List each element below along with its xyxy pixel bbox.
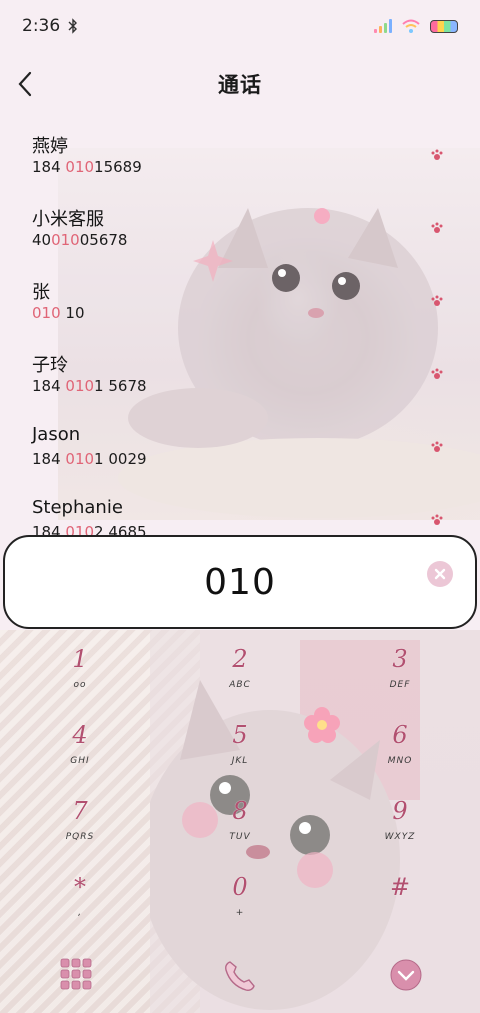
- contact-number: 184 0101 0029: [32, 450, 147, 468]
- key-digit: 2: [232, 645, 248, 673]
- key-letters: TUV: [229, 832, 251, 842]
- key-0[interactable]: 0 +: [160, 858, 320, 934]
- paw-icon: [431, 514, 443, 525]
- contact-name: Stephanie: [32, 497, 123, 518]
- key-3[interactable]: 3 DEF: [320, 630, 480, 706]
- paw-icon: [431, 441, 443, 452]
- key-4[interactable]: 4 GHI: [0, 706, 160, 782]
- status-right: [374, 19, 458, 33]
- contact-number: 4001005678: [32, 231, 128, 249]
- keypad-area: 1 ᴏᴏ 2 ABC 3 DEF 4 GHI 5 JKL 6 MNO 7 PQRS 8 TUV …: [0, 630, 480, 1013]
- key-letters: ,: [78, 908, 82, 918]
- key-7[interactable]: 7 PQRS: [0, 782, 160, 858]
- key-2[interactable]: 2 ABC: [160, 630, 320, 706]
- key-hash[interactable]: #: [320, 858, 480, 934]
- key-digit: 8: [232, 797, 248, 825]
- contact-name: 小米客服: [32, 209, 104, 230]
- status-bar: 2:36: [0, 0, 480, 52]
- status-time: 2:36: [22, 16, 61, 36]
- key-digit: *: [74, 873, 86, 901]
- contact-item[interactable]: 张 010 10: [0, 264, 480, 337]
- dial-input[interactable]: 010: [3, 535, 477, 629]
- key-digit: 6: [392, 721, 408, 749]
- key-letters: PQRS: [65, 832, 95, 842]
- paw-icon: [431, 222, 443, 233]
- wifi-icon: [402, 19, 420, 33]
- contact-item[interactable]: Jason 184 0101 0029: [0, 410, 480, 483]
- contact-name: 子玲: [32, 355, 68, 376]
- key-letters: MNO: [387, 756, 413, 766]
- battery-icon: [430, 19, 458, 33]
- key-9[interactable]: 9 WXYZ: [320, 782, 480, 858]
- contact-name: 张: [32, 282, 50, 303]
- contact-number: 184 0101 5678: [32, 377, 147, 395]
- clear-icon[interactable]: [427, 561, 453, 587]
- key-digit: 9: [392, 797, 408, 825]
- contact-name: Jason: [32, 424, 81, 445]
- header: 通话: [0, 52, 480, 116]
- keypad: 1 ᴏᴏ 2 ABC 3 DEF 4 GHI 5 JKL 6 MNO 7 PQRS 8 TUV …: [0, 630, 480, 950]
- key-letters: +: [235, 908, 245, 918]
- paw-icon: [431, 368, 443, 379]
- contact-number: 184 01015689: [32, 158, 142, 176]
- contact-item[interactable]: Stephanie 184 0102 4685: [0, 483, 480, 536]
- key-letters: DEF: [389, 680, 411, 690]
- dialpad-grid-icon[interactable]: [60, 958, 92, 990]
- key-digit: 4: [72, 721, 88, 749]
- key-digit: 3: [392, 645, 408, 673]
- collapse-icon[interactable]: [389, 958, 423, 992]
- contact-item[interactable]: 子玲 184 0101 5678: [0, 337, 480, 410]
- key-digit: 1: [72, 645, 88, 673]
- voicemail-icon: ᴏᴏ: [73, 680, 87, 690]
- signal-icon: [374, 19, 392, 33]
- contact-item[interactable]: 小米客服 4001005678: [0, 191, 480, 264]
- dial-value: 010: [204, 561, 276, 603]
- contact-number: 010 10: [32, 304, 85, 322]
- key-digit: 5: [232, 721, 248, 749]
- key-5[interactable]: 5 JKL: [160, 706, 320, 782]
- key-letters: ABC: [229, 680, 251, 690]
- key-8[interactable]: 8 TUV: [160, 782, 320, 858]
- bottom-action-bar: [0, 952, 480, 1008]
- bluetooth-icon: [68, 18, 78, 34]
- key-letters: JKL: [231, 756, 249, 766]
- paw-icon: [431, 149, 443, 160]
- key-6[interactable]: 6 MNO: [320, 706, 480, 782]
- paw-icon: [431, 295, 443, 306]
- contacts-area: 燕婷 184 01015689 小米客服 4001005678 张 010 10…: [0, 118, 480, 536]
- phone-icon[interactable]: [222, 958, 258, 994]
- contact-item[interactable]: 燕婷 184 01015689: [0, 118, 480, 191]
- chevron-left-icon[interactable]: [10, 66, 40, 102]
- contact-list: 燕婷 184 01015689 小米客服 4001005678 张 010 10…: [0, 118, 480, 536]
- key-digit: #: [389, 873, 411, 901]
- key-star[interactable]: *,: [0, 858, 160, 934]
- page-title: 通话: [218, 73, 262, 97]
- key-letters: WXYZ: [384, 832, 416, 842]
- contact-name: 燕婷: [32, 136, 68, 157]
- status-left: 2:36: [22, 16, 78, 36]
- key-digit: 7: [72, 797, 88, 825]
- key-digit: 0: [232, 873, 248, 901]
- key-1[interactable]: 1 ᴏᴏ: [0, 630, 160, 706]
- key-letters: GHI: [70, 756, 90, 766]
